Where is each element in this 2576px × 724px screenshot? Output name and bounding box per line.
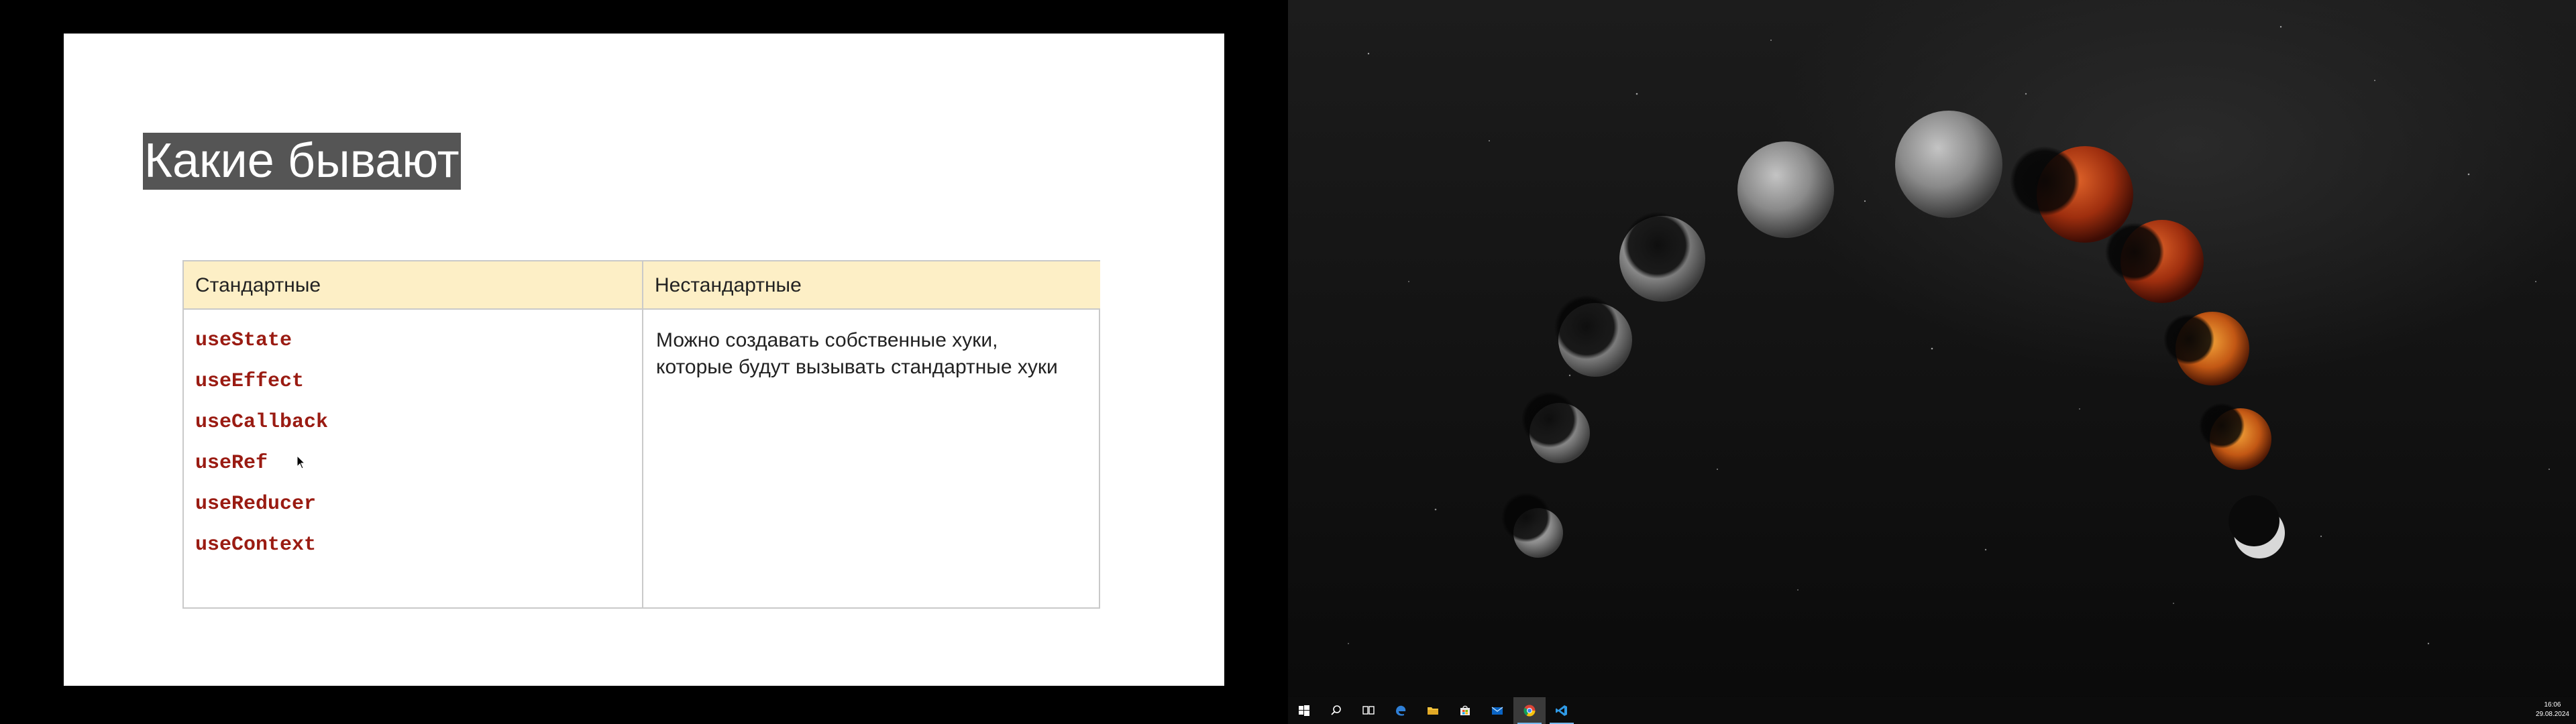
hook-item: useRef [195,452,268,475]
taskbar-clock[interactable]: 16:06 29.08.2024 [2536,701,2569,719]
search-button[interactable] [1320,697,1352,724]
store-icon [1460,705,1470,715]
left-monitor: Какие бывают Стандартные Нестандартные u… [0,0,1288,724]
mouse-cursor-icon [297,455,306,469]
clock-date: 29.08.2024 [2535,711,2569,718]
explorer-taskbar-button[interactable] [1417,697,1449,724]
edge-taskbar-button[interactable] [1385,697,1417,724]
task-view-icon [1362,706,1375,715]
taskbar: 16:06 29.08.2024 [1288,697,2576,724]
vscode-icon [1556,705,1567,716]
presentation-slide: Какие бывают Стандартные Нестандартные u… [64,34,1224,686]
mail-taskbar-button[interactable] [1481,697,1513,724]
custom-hooks-description: Можно создавать собственные хуки, которы… [656,329,1058,378]
chrome-icon [1523,705,1536,717]
table-header-standard: Стандартные [184,261,643,310]
column-divider [642,310,643,609]
vscode-taskbar-button[interactable] [1546,697,1578,724]
clock-time: 16:06 [2544,701,2561,709]
search-icon [1331,705,1341,715]
start-button[interactable] [1288,697,1320,724]
slide-title: Какие бывают [143,133,461,190]
hook-item: useReducer [195,493,317,516]
hook-item: useState [195,329,292,352]
standard-hooks-list: useState useEffect useCallback useRef us… [195,327,328,572]
file-explorer-icon [1428,707,1438,715]
windows-start-icon [1299,705,1309,716]
right-monitor-desktop: 16:06 29.08.2024 [1288,0,2576,724]
lunar-eclipse-wallpaper [1348,25,2550,645]
hook-item: useCallback [195,411,329,434]
task-view-button[interactable] [1352,697,1385,724]
mail-icon [1491,707,1503,715]
edge-icon [1396,705,1406,716]
hook-item: useEffect [195,370,305,393]
hook-item: useContext [195,534,317,556]
store-taskbar-button[interactable] [1449,697,1481,724]
chrome-taskbar-button[interactable] [1513,697,1546,724]
hooks-table: Стандартные Нестандартные useState useEf… [182,260,1100,609]
table-header-custom: Нестандартные [643,261,1100,310]
